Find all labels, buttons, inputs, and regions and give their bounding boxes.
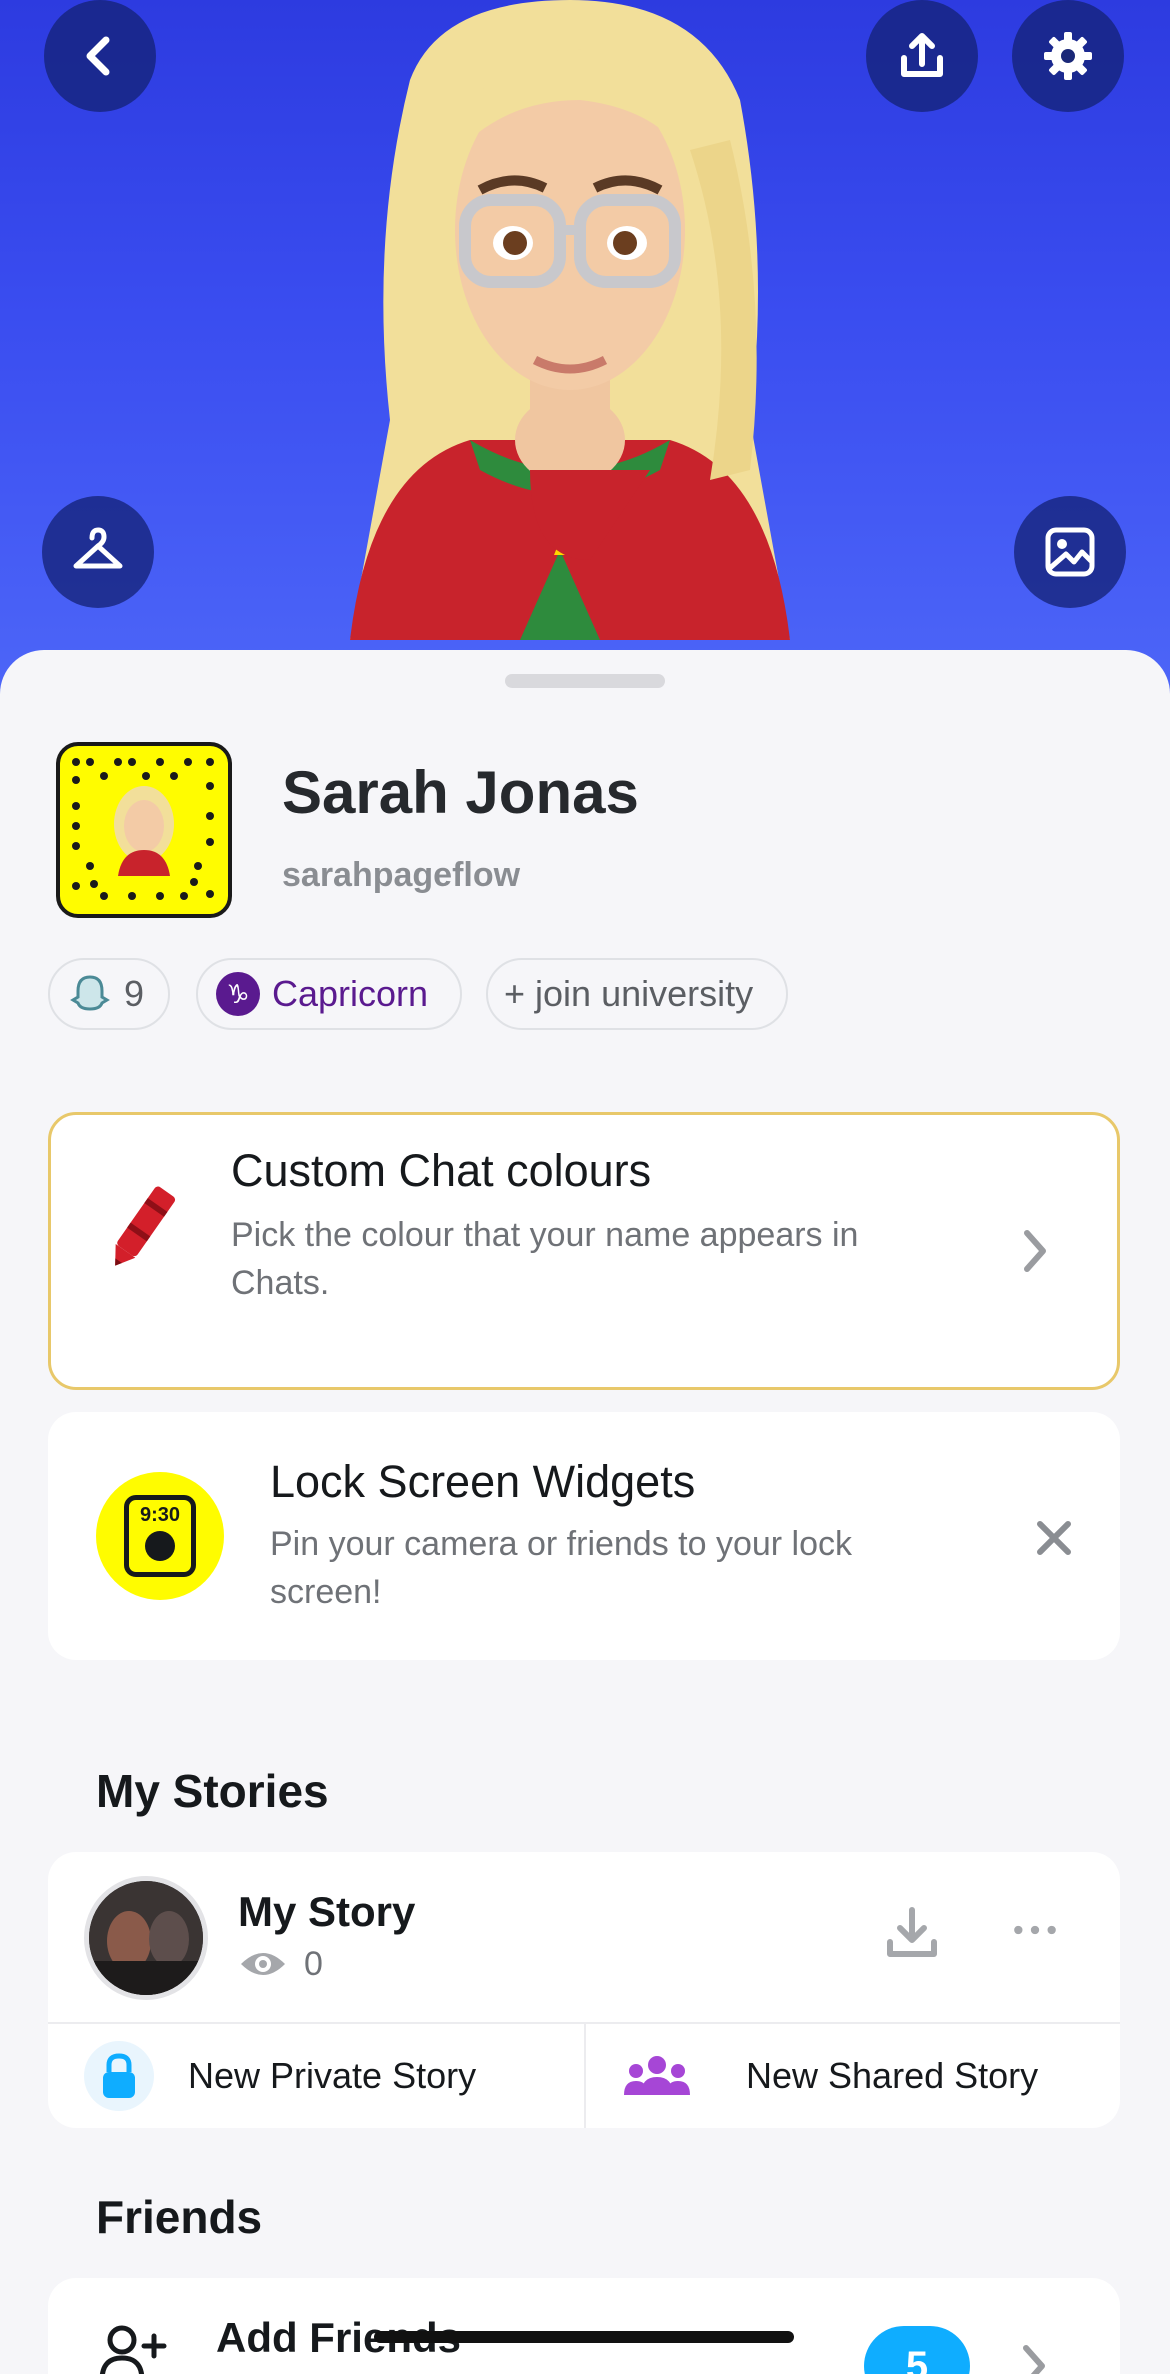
friend-requests-badge: 5 xyxy=(864,2326,970,2374)
join-university-pill[interactable]: + join university xyxy=(486,958,788,1030)
new-shared-story-button[interactable]: New Shared Story xyxy=(622,2024,1102,2128)
new-private-story-button[interactable]: New Private Story xyxy=(84,2024,564,2128)
image-icon xyxy=(1045,527,1095,577)
new-private-story-label: New Private Story xyxy=(188,2055,477,2096)
lock-icon xyxy=(84,2041,154,2111)
snapcode[interactable] xyxy=(56,742,232,918)
background-image-button[interactable] xyxy=(1014,496,1126,608)
story-actions-divider xyxy=(584,2022,586,2128)
settings-button[interactable] xyxy=(1012,0,1124,112)
snapscore-pill[interactable]: 9 xyxy=(48,958,170,1030)
chevron-right-icon xyxy=(1023,2345,1045,2374)
crayon-icon xyxy=(115,1186,176,1266)
lock-screen-widgets-card[interactable]: 9:30 Lock Screen Widgets Pin your camera… xyxy=(48,1412,1120,1660)
new-shared-story-label: New Shared Story xyxy=(746,2055,1039,2096)
widget-time: 9:30 xyxy=(139,1504,181,1526)
display-name: Sarah Jonas xyxy=(282,759,639,826)
my-story-view-count: 0 xyxy=(304,1944,323,1983)
my-story-views: 0 xyxy=(238,1944,323,1984)
my-stories-heading: My Stories xyxy=(96,1765,329,1817)
join-university-label: + join university xyxy=(504,973,754,1014)
chevron-right-icon xyxy=(1024,1230,1046,1272)
group-icon xyxy=(622,2041,692,2111)
share-icon xyxy=(901,33,943,77)
widget-ghost-icon xyxy=(145,1531,175,1561)
snap-ghost-icon xyxy=(68,972,112,1016)
snapcode-pattern xyxy=(72,758,214,900)
close-icon[interactable] xyxy=(1032,1516,1076,1560)
profile-header-background xyxy=(0,0,1170,700)
capricorn-icon: ♑ xyxy=(216,972,260,1016)
back-button[interactable] xyxy=(44,0,156,112)
back-icon xyxy=(86,36,110,76)
download-icon[interactable] xyxy=(882,1902,942,1962)
bitmoji-avatar xyxy=(350,0,790,640)
sheet-grabber[interactable] xyxy=(505,674,665,688)
share-profile-button[interactable] xyxy=(866,0,978,112)
more-icon[interactable] xyxy=(1010,1920,1060,1940)
lock-screen-widgets-subtitle: Pin your camera or friends to your lock … xyxy=(270,1525,853,1611)
lock-screen-widgets-title: Lock Screen Widgets xyxy=(270,1456,696,1507)
add-friend-icon xyxy=(99,2325,167,2374)
profile-sheet: Sarah Jonas sarahpageflow 9 ♑ Capricorn … xyxy=(0,650,1170,2374)
custom-chat-colours-title: Custom Chat colours xyxy=(231,1145,652,1196)
my-story-thumbnail[interactable] xyxy=(84,1876,208,2000)
friends-heading: Friends xyxy=(96,2191,263,2243)
custom-chat-colours-card[interactable]: Custom Chat colours Pick the colour that… xyxy=(48,1112,1120,1390)
custom-chat-colours-subtitle: Pick the colour that your name appears i… xyxy=(231,1216,859,1302)
username[interactable]: sarahpageflow xyxy=(282,856,520,895)
hanger-icon xyxy=(73,527,123,569)
outfit-button[interactable] xyxy=(42,496,154,608)
zodiac-pill[interactable]: ♑ Capricorn xyxy=(196,958,462,1030)
home-indicator[interactable] xyxy=(374,2331,794,2343)
zodiac-label: Capricorn xyxy=(272,973,429,1014)
my-story-title[interactable]: My Story xyxy=(238,1888,415,1936)
settings-icon xyxy=(1044,32,1092,80)
my-stories-card: My Story 0 New Private Story New Shared … xyxy=(48,1852,1120,2128)
lock-screen-widget-icon: 9:30 xyxy=(96,1472,224,1600)
snapscore-value: 9 xyxy=(124,973,145,1014)
add-friends-row[interactable]: Add Friends 5 xyxy=(48,2278,1120,2374)
eye-icon xyxy=(241,1953,285,1975)
